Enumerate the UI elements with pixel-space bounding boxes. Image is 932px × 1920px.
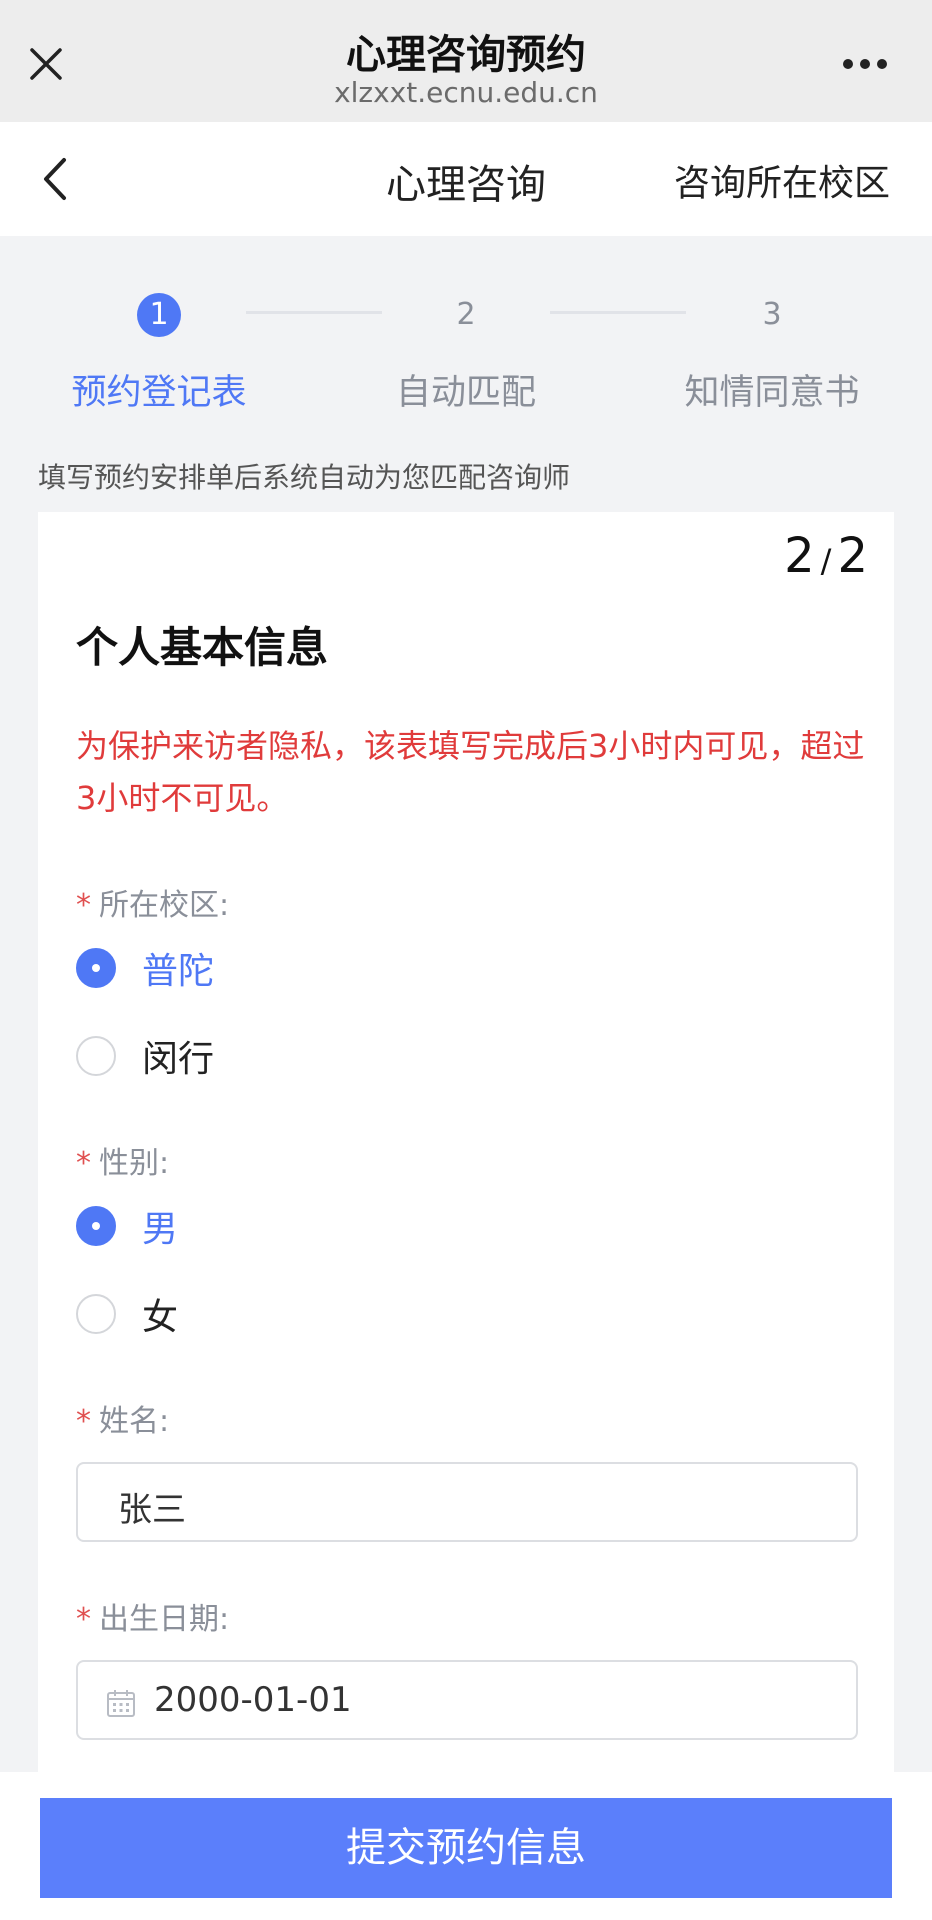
radio-label: 女 (142, 1297, 179, 1338)
page-separator: / (820, 542, 832, 580)
step-connector (246, 311, 382, 314)
gender-option-female[interactable]: 女 (76, 1290, 178, 1338)
campus-link[interactable]: 咨询所在校区 (674, 154, 890, 206)
page-domain: xlzxxt.ecnu.edu.cn (334, 76, 598, 109)
birthdate-input[interactable]: 2000-01-01 (76, 1660, 858, 1740)
progress-steps: 1 2 3 预约登记表 自动匹配 知情同意书 (0, 236, 932, 436)
radio-unchecked-icon[interactable] (76, 1294, 116, 1334)
form-card: 2/2 个人基本信息 为保护来访者隐私，该表填写完成后3小时内可见，超过3小时不… (38, 512, 894, 1772)
step-1-label: 预约登记表 (71, 373, 247, 413)
radio-label: 普陀 (142, 951, 215, 992)
step-3-number: 3 (762, 297, 782, 332)
campus-option-putuo[interactable]: 普陀 (76, 944, 214, 992)
required-mark: * (76, 888, 91, 923)
campus-field-label: * 所在校区: (76, 880, 229, 924)
name-field-label: * 姓名: (76, 1396, 169, 1440)
radio-label: 闵行 (142, 1039, 215, 1080)
page-nav-bar: 心理咨询 咨询所在校区 (0, 122, 932, 236)
page-indicator: 2/2 (784, 528, 868, 584)
instruction-text: 填写预约安排单后系统自动为您匹配咨询师 (38, 461, 571, 494)
window-title: 心理咨询预约 (346, 32, 586, 78)
name-label-text: 姓名: (99, 1404, 170, 1439)
page-current: 2 (784, 528, 815, 584)
gender-option-male[interactable]: 男 (76, 1202, 178, 1250)
step-2-label: 自动匹配 (395, 373, 536, 413)
radio-unchecked-icon[interactable] (76, 1036, 116, 1076)
calendar-icon (107, 1690, 135, 1717)
page-total: 2 (837, 528, 868, 584)
radio-label: 男 (142, 1209, 179, 1250)
submit-button[interactable]: 提交预约信息 (40, 1798, 892, 1898)
radio-checked-icon[interactable] (76, 948, 116, 988)
section-title: 个人基本信息 (76, 623, 329, 672)
required-mark: * (76, 1146, 91, 1181)
privacy-notice: 为保护来访者隐私，该表填写完成后3小时内可见，超过3小时不可见。 (76, 727, 865, 817)
birthdate-input-value: 2000-01-01 (154, 1680, 352, 1720)
name-input-value: 张三 (118, 1490, 186, 1530)
bottom-action-bar: 提交预约信息 (0, 1772, 932, 1920)
step-1-number: 1 (137, 293, 181, 337)
campus-option-minhang[interactable]: 闵行 (76, 1032, 214, 1080)
birthdate-label-text: 出生日期: (99, 1602, 230, 1637)
gender-field-label: * 性别: (76, 1138, 169, 1182)
required-mark: * (76, 1404, 91, 1439)
step-3-label: 知情同意书 (684, 373, 860, 413)
more-dots-icon[interactable] (842, 58, 888, 70)
birthdate-field-label: * 出生日期: (76, 1594, 229, 1638)
step-connector (550, 311, 686, 314)
campus-label-text: 所在校区: (99, 888, 230, 923)
app-top-bar: 心理咨询预约 xlzxxt.ecnu.edu.cn (0, 0, 932, 122)
step-2-number: 2 (456, 297, 476, 332)
gender-label-text: 性别: (99, 1146, 170, 1181)
name-input[interactable]: 张三 (76, 1462, 858, 1542)
required-mark: * (76, 1602, 91, 1637)
radio-checked-icon[interactable] (76, 1206, 116, 1246)
